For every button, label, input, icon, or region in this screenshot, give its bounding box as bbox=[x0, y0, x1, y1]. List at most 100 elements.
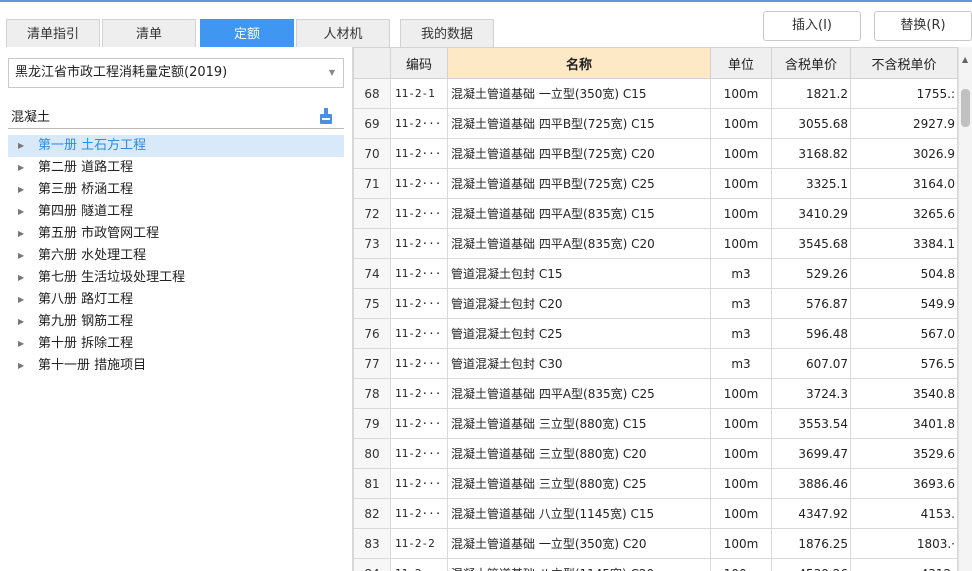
tab-list[interactable]: 清单 bbox=[102, 19, 196, 48]
code-cell: 11-2··· bbox=[390, 468, 448, 499]
chapter-tree: ▶ 第一册 土石方工程 ▶ 第二册 道路工程 ▶ 第三册 桥涵工程 ▶ 第四册 隧道工程 ▶ 第五… bbox=[8, 135, 344, 377]
table-row[interactable]: 71 11-2··· 混凝土管道基础 四平B型(725宽) C25 100m 3325.… bbox=[353, 168, 958, 199]
table-row[interactable]: 8411-2···混凝土管道基础 八立型(1145宽) C20100m4530.… bbox=[353, 558, 958, 571]
expand-arrow-icon[interactable]: ▶ bbox=[18, 157, 24, 179]
table-row[interactable]: 79 11-2··· 混凝土管道基础 三立型(880宽) C15 100m 3553.5… bbox=[353, 408, 958, 439]
expand-arrow-icon[interactable]: ▶ bbox=[18, 267, 24, 289]
search-input[interactable] bbox=[8, 103, 344, 129]
table-row[interactable]: 80 11-2··· 混凝土管道基础 三立型(880宽) C20 100m 3699.4… bbox=[353, 438, 958, 469]
unit-cell: 100m bbox=[710, 108, 772, 139]
tree-item[interactable]: ▶ 第六册 水处理工程 bbox=[8, 245, 344, 267]
code-cell: 11-2··· bbox=[390, 258, 448, 289]
table-row[interactable]: 73 11-2··· 混凝土管道基础 四平A型(835宽) C20 100m 3545.… bbox=[353, 228, 958, 259]
tax-price-cell: 607.07 bbox=[771, 348, 851, 379]
row-index-cell: 77 bbox=[353, 348, 391, 379]
quota-library-select[interactable]: 黑龙江省市政工程消耗量定额(2019) ▼ bbox=[8, 58, 344, 88]
expand-arrow-icon[interactable]: ▶ bbox=[18, 179, 24, 201]
code-cell: 11-2··· bbox=[390, 348, 448, 379]
notax-price-cell: 3164.0 bbox=[850, 168, 958, 199]
col-header-name[interactable]: 名称 bbox=[447, 47, 711, 79]
tax-price-cell: 3553.54 bbox=[771, 408, 851, 439]
table-row[interactable]: 82 11-2··· 混凝土管道基础 八立型(1145宽) C15 100m 4347.… bbox=[353, 498, 958, 529]
expand-arrow-icon[interactable]: ▶ bbox=[18, 333, 24, 355]
table-row[interactable]: 77 11-2··· 管道混凝土包封 C30 m3 607.07 576.5 bbox=[353, 348, 958, 379]
row-index-cell: 75 bbox=[353, 288, 391, 319]
unit-cell: m3 bbox=[710, 258, 772, 289]
unit-cell: m3 bbox=[710, 288, 772, 319]
table-row[interactable]: 69 11-2··· 混凝土管道基础 四平B型(725宽) C15 100m 3055.… bbox=[353, 108, 958, 139]
code-cell: 11-2··· bbox=[390, 168, 448, 199]
table-row[interactable]: 81 11-2··· 混凝土管道基础 三立型(880宽) C25 100m 3886.4… bbox=[353, 468, 958, 499]
table-row[interactable]: 70 11-2··· 混凝土管道基础 四平B型(725宽) C20 100m 3168.… bbox=[353, 138, 958, 169]
row-index-cell: 76 bbox=[353, 318, 391, 349]
expand-arrow-icon[interactable]: ▶ bbox=[18, 201, 24, 223]
tax-price-cell: 3545.68 bbox=[771, 228, 851, 259]
notax-price-cell: 3384.1 bbox=[850, 228, 958, 259]
expand-arrow-icon[interactable]: ▶ bbox=[18, 311, 24, 333]
tab-bar: 清单指引 清单 定额 人材机 我的数据 插入(I) 替换(R) bbox=[0, 2, 972, 48]
unit-cell: m3 bbox=[710, 318, 772, 349]
code-cell: 11-2··· bbox=[390, 318, 448, 349]
tree-item-label: 第三册 桥涵工程 bbox=[38, 182, 134, 197]
tree-item[interactable]: ▶ 第九册 钢筋工程 bbox=[8, 311, 344, 333]
code-cell: 11-2··· bbox=[390, 228, 448, 259]
code-cell: 11-2··· bbox=[390, 138, 448, 169]
tree-item-label: 第六册 水处理工程 bbox=[38, 248, 147, 263]
table-row[interactable]: 75 11-2··· 管道混凝土包封 C20 m3 576.87 549.9 bbox=[353, 288, 958, 319]
notax-price-cell: 4153. bbox=[850, 498, 958, 529]
search-clip-icon[interactable] bbox=[318, 107, 334, 125]
expand-arrow-icon[interactable]: ▶ bbox=[18, 289, 24, 311]
name-cell: 管道混凝土包封 C30 bbox=[447, 348, 711, 379]
name-cell: 混凝土管道基础 八立型(1145宽) C20 bbox=[447, 558, 711, 571]
row-index-cell: 71 bbox=[353, 168, 391, 199]
insert-button[interactable]: 插入(I) bbox=[763, 11, 861, 41]
expand-arrow-icon[interactable]: ▶ bbox=[18, 135, 24, 157]
tree-item-label: 第二册 道路工程 bbox=[38, 160, 134, 175]
tab-my-data[interactable]: 我的数据 bbox=[400, 19, 494, 48]
tree-item[interactable]: ▶ 第四册 隧道工程 bbox=[8, 201, 344, 223]
row-index-cell: 81 bbox=[353, 468, 391, 499]
table-row[interactable]: 68 11-2-1 混凝土管道基础 一立型(350宽) C15 100m 1821.2 1… bbox=[353, 78, 958, 109]
tree-item[interactable]: ▶ 第八册 路灯工程 bbox=[8, 289, 344, 311]
col-header-unit[interactable]: 单位 bbox=[710, 47, 772, 79]
table-row[interactable]: 74 11-2··· 管道混凝土包封 C15 m3 529.26 504.8 bbox=[353, 258, 958, 289]
tree-item[interactable]: ▶ 第一册 土石方工程 bbox=[8, 135, 344, 157]
tree-item[interactable]: ▶ 第十册 拆除工程 bbox=[8, 333, 344, 355]
tab-labor-material-machine[interactable]: 人材机 bbox=[296, 19, 390, 48]
unit-cell: 100m bbox=[710, 138, 772, 169]
name-cell: 混凝土管道基础 三立型(880宽) C15 bbox=[447, 408, 711, 439]
row-index-cell: 70 bbox=[353, 138, 391, 169]
tab-quota[interactable]: 定额 bbox=[200, 19, 294, 48]
tree-item[interactable]: ▶ 第五册 市政管网工程 bbox=[8, 223, 344, 245]
table-row[interactable]: 83 11-2-2 混凝土管道基础 一立型(350宽) C20 100m 1876.25… bbox=[353, 528, 958, 559]
vertical-scrollbar[interactable]: ▲ bbox=[958, 47, 972, 571]
tax-price-cell: 3724.3 bbox=[771, 378, 851, 409]
table-row[interactable]: 78 11-2··· 混凝土管道基础 四平A型(835宽) C25 100m 3724.… bbox=[353, 378, 958, 409]
expand-arrow-icon[interactable]: ▶ bbox=[18, 355, 24, 377]
unit-cell: 100m bbox=[710, 528, 772, 559]
tree-item[interactable]: ▶ 第七册 生活垃圾处理工程 bbox=[8, 267, 344, 289]
tab-list-guide[interactable]: 清单指引 bbox=[6, 19, 100, 48]
expand-arrow-icon[interactable]: ▶ bbox=[18, 245, 24, 267]
code-cell: 11-2··· bbox=[390, 408, 448, 439]
row-index-cell: 82 bbox=[353, 498, 391, 529]
expand-arrow-icon[interactable]: ▶ bbox=[18, 223, 24, 245]
col-header-notax-price[interactable]: 不含税单价 bbox=[850, 47, 958, 79]
replace-button[interactable]: 替换(R) bbox=[874, 11, 972, 41]
tree-item[interactable]: ▶ 第十一册 措施项目 bbox=[8, 355, 344, 377]
name-cell: 管道混凝土包封 C25 bbox=[447, 318, 711, 349]
unit-cell: 100m bbox=[710, 408, 772, 439]
tree-item[interactable]: ▶ 第三册 桥涵工程 bbox=[8, 179, 344, 201]
col-header-code[interactable]: 编码 bbox=[390, 47, 448, 79]
tax-price-cell: 3886.46 bbox=[771, 468, 851, 499]
tree-item[interactable]: ▶ 第二册 道路工程 bbox=[8, 157, 344, 179]
tax-price-cell: 3055.68 bbox=[771, 108, 851, 139]
row-index-cell: 78 bbox=[353, 378, 391, 409]
scroll-up-arrow-icon[interactable]: ▲ bbox=[962, 55, 968, 64]
table-row[interactable]: 76 11-2··· 管道混凝土包封 C25 m3 596.48 567.0 bbox=[353, 318, 958, 349]
scrollbar-thumb[interactable] bbox=[961, 89, 970, 127]
table-row[interactable]: 72 11-2··· 混凝土管道基础 四平A型(835宽) C15 100m 3410.… bbox=[353, 198, 958, 229]
col-header-tax-price[interactable]: 含税单价 bbox=[771, 47, 851, 79]
tax-price-cell: 1821.2 bbox=[771, 78, 851, 109]
unit-cell: 100m bbox=[710, 198, 772, 229]
